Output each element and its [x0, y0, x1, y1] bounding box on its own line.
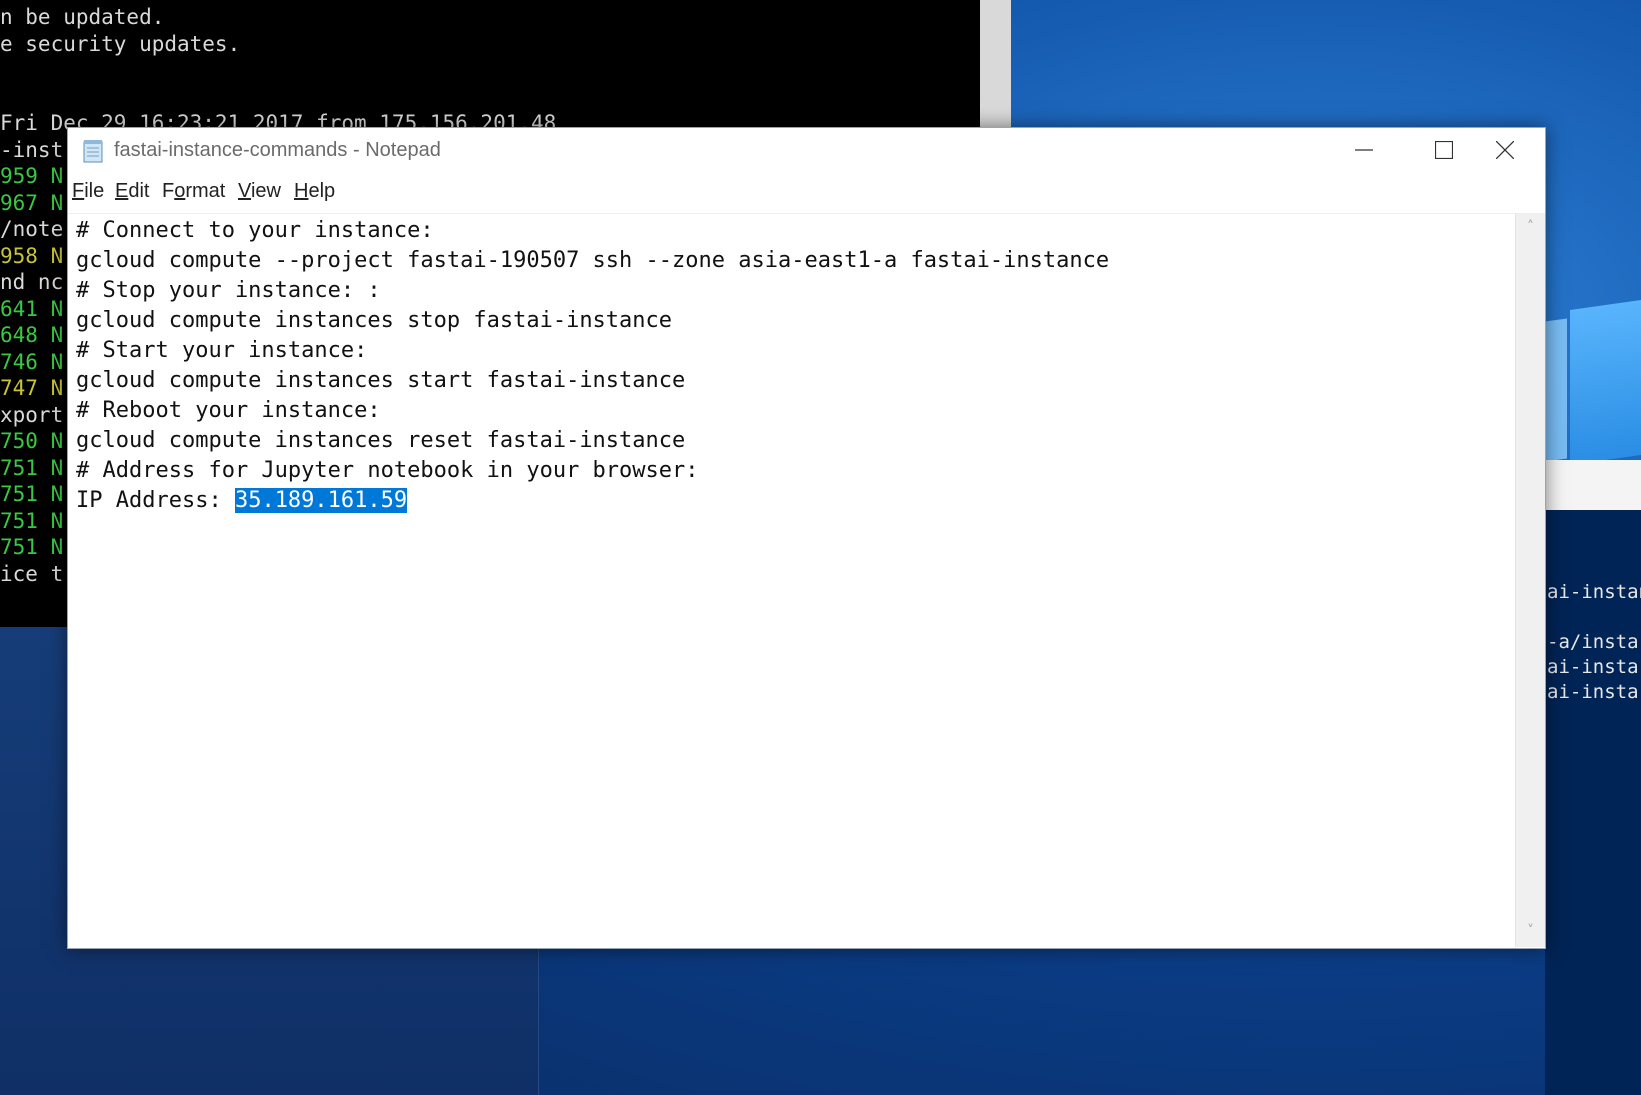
- terminal-line: 967 N: [0, 190, 64, 215]
- code-line: # Stop your instance: :: [76, 278, 381, 303]
- notepad-window[interactable]: fastai-instance-commands - Notepad File …: [67, 127, 1546, 949]
- ip-value-selected[interactable]: 35.189.161.59: [234, 488, 408, 513]
- code-line: gcloud compute instances start fastai-in…: [76, 368, 686, 393]
- terminal-line: 959 N: [0, 164, 64, 188]
- terminal-line: 746 N: [0, 349, 64, 374]
- minimize-icon: [1355, 149, 1373, 151]
- text-editor[interactable]: # Connect to your instance: gcloud compu…: [68, 213, 1515, 948]
- vertical-scrollbar[interactable]: ˄ ˅: [1515, 213, 1545, 947]
- terminal-line: 751 N: [0, 482, 64, 506]
- menu-file[interactable]: File: [72, 178, 104, 204]
- ip-label: IP Address:: [76, 488, 235, 513]
- code-line: # Reboot your instance:: [76, 398, 381, 423]
- terminal-line: 751 N: [0, 508, 64, 533]
- code-line: # Connect to your instance:: [76, 218, 434, 243]
- ip-address-line: IP Address: 35.189.161.59: [76, 486, 408, 516]
- minimize-button[interactable]: [1324, 128, 1404, 172]
- maximize-icon: [1435, 141, 1453, 159]
- terminal-line: 751 N: [0, 535, 64, 559]
- code-line: # Start your instance:: [76, 338, 368, 363]
- powershell-line: ai-instar: [1547, 681, 1641, 703]
- notepad-icon: [82, 139, 104, 163]
- menu-edit[interactable]: Edit: [115, 178, 149, 204]
- powershell-line: ai-instar: [1547, 656, 1641, 678]
- terminal-line: 750 N: [0, 429, 64, 453]
- terminal-line: n be updated.: [0, 5, 165, 29]
- code-line: gcloud compute --project fastai-190507 s…: [76, 248, 1110, 273]
- terminal-line: 958 N: [0, 243, 64, 268]
- menu-format[interactable]: Format: [162, 178, 225, 204]
- notepad-titlebar[interactable]: fastai-instance-commands - Notepad: [68, 128, 1545, 172]
- powershell-titlebar[interactable]: [1545, 460, 1641, 510]
- code-line: gcloud compute instances stop fastai-ins…: [76, 308, 673, 333]
- window-gap: [980, 0, 1011, 127]
- terminal-line: 747 N: [0, 376, 64, 400]
- close-button[interactable]: [1465, 128, 1545, 172]
- scroll-up-icon[interactable]: ˄: [1516, 215, 1545, 239]
- powershell-line: -a/instar: [1547, 631, 1641, 653]
- terminal-line: nd nc: [0, 270, 64, 294]
- code-line: gcloud compute instances reset fastai-in…: [76, 428, 686, 453]
- close-icon: [1496, 141, 1514, 159]
- code-line: # Address for Jupyter notebook in your b…: [76, 458, 699, 483]
- terminal-line: /note: [0, 217, 64, 241]
- terminal-line: 641 N: [0, 296, 64, 321]
- terminal-line: xport: [0, 402, 64, 427]
- powershell-line: ai-instan: [1547, 581, 1641, 603]
- window-title: fastai-instance-commands - Notepad: [114, 139, 441, 161]
- terminal-line: e security updates.: [0, 31, 241, 56]
- terminal-line: -inst: [0, 137, 64, 162]
- menu-view[interactable]: View: [238, 178, 281, 204]
- menu-help[interactable]: Help: [294, 178, 335, 204]
- terminal-line: 648 N: [0, 323, 64, 347]
- windows-logo: [1570, 300, 1641, 465]
- scroll-down-icon[interactable]: ˅: [1516, 919, 1545, 943]
- terminal-line: 751 N: [0, 455, 64, 480]
- windows-logo-fragment: [1545, 318, 1567, 462]
- terminal-line: ice t: [0, 561, 64, 586]
- powershell-window[interactable]: ai-instan -a/instar ai-instar ai-instar: [1545, 510, 1641, 1095]
- menu-bar: File Edit Format View Help: [68, 172, 1545, 210]
